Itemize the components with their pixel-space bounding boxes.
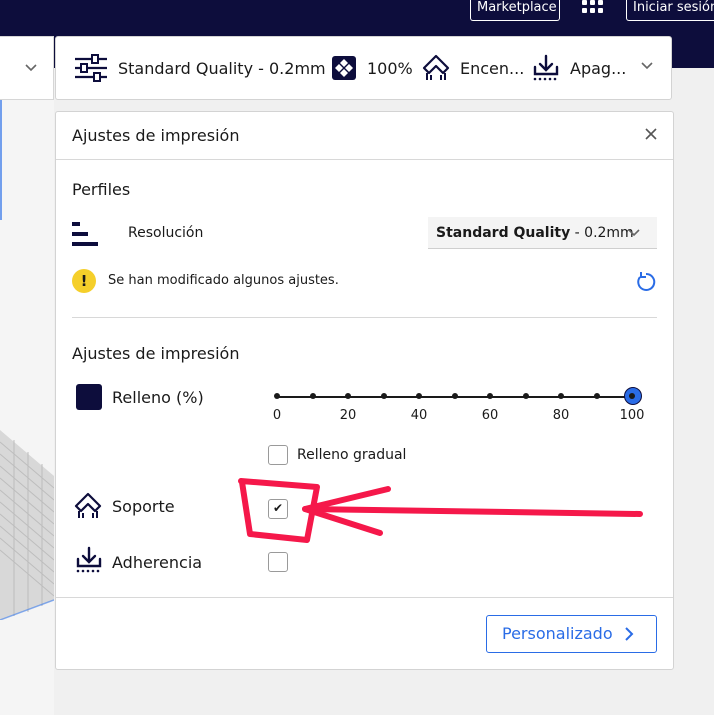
chevron-right-icon xyxy=(625,627,634,641)
slider-tick xyxy=(593,393,600,399)
infill-pattern-icon xyxy=(332,56,356,80)
slider-tick xyxy=(416,393,422,399)
header-adhesion-label: Apag... xyxy=(570,58,627,78)
slider-label: 60 xyxy=(481,408,499,423)
infill-label: Relleno (%) xyxy=(112,388,204,407)
settings-heading: Ajustes de impresión xyxy=(72,344,240,363)
custom-settings-label: Personalizado xyxy=(502,624,613,643)
support-checkbox[interactable]: ✔ xyxy=(268,499,288,519)
slider-label: 0 xyxy=(272,408,282,423)
signin-button[interactable]: Iniciar sesión xyxy=(626,0,714,21)
divider xyxy=(56,597,673,598)
panel-title: Ajustes de impresión xyxy=(72,126,240,145)
slider-tick xyxy=(309,393,316,399)
header-profile[interactable]: Standard Quality - 0.2mm xyxy=(74,37,326,99)
checkmark-icon: ✔ xyxy=(273,501,284,515)
slider-label: 80 xyxy=(552,408,570,423)
profiles-heading: Perfiles xyxy=(72,180,131,199)
close-icon[interactable] xyxy=(642,126,660,144)
resolution-value-rest: - 0.2mm xyxy=(570,225,634,241)
header-support[interactable]: Encen... xyxy=(422,37,524,99)
slider-label: 40 xyxy=(410,408,428,423)
marketplace-button[interactable]: Marketplace xyxy=(470,0,560,21)
header-infill[interactable]: 100% xyxy=(331,37,413,99)
resolution-icon xyxy=(72,222,98,246)
slider-tick xyxy=(451,393,458,399)
slider-tick xyxy=(558,393,564,399)
slider-tick xyxy=(522,393,529,399)
3d-viewport[interactable] xyxy=(0,100,54,715)
slider-tick xyxy=(629,393,635,399)
adhesion-checkbox[interactable] xyxy=(268,552,288,572)
reset-icon[interactable] xyxy=(635,271,657,293)
slider-label: 100 xyxy=(619,408,645,423)
resolution-value-bold: Standard Quality xyxy=(436,225,571,241)
build-volume-edge xyxy=(0,100,2,220)
gradual-infill-label: Relleno gradual xyxy=(297,447,407,463)
support-label: Soporte xyxy=(112,497,175,516)
stage-menu[interactable] xyxy=(0,36,54,100)
build-plate xyxy=(0,430,54,620)
chevron-down-icon xyxy=(628,229,640,237)
resolution-label: Resolución xyxy=(128,225,204,241)
divider xyxy=(72,317,657,318)
adhesion-icon xyxy=(76,546,102,573)
slider-label: 20 xyxy=(339,408,357,423)
warning-icon: ! xyxy=(72,269,96,293)
header-infill-label: 100% xyxy=(367,58,413,78)
support-icon xyxy=(74,492,102,518)
warning-text: Se han modificado algunos ajustes. xyxy=(108,273,339,288)
slider-tick xyxy=(380,393,387,399)
support-icon xyxy=(422,54,450,80)
slider-tick xyxy=(487,393,493,399)
print-settings-header[interactable]: Standard Quality - 0.2mm 100% Encen... A… xyxy=(55,36,672,100)
adhesion-label: Adherencia xyxy=(112,553,203,572)
divider xyxy=(56,159,673,160)
sliders-icon xyxy=(75,54,107,82)
header-profile-label: Standard Quality - 0.2mm xyxy=(118,58,326,78)
slider-tick xyxy=(274,393,280,399)
print-settings-panel: Ajustes de impresión Perfiles Resolución… xyxy=(55,111,674,670)
slider-tick xyxy=(345,393,351,399)
adhesion-icon xyxy=(533,54,559,81)
gradual-infill-checkbox[interactable] xyxy=(268,445,288,465)
resolution-select[interactable]: Standard Quality - 0.2mm xyxy=(428,217,657,249)
chevron-down-icon[interactable] xyxy=(640,59,654,73)
header-adhesion[interactable]: Apag... xyxy=(532,37,626,99)
header-support-label: Encen... xyxy=(460,58,525,78)
infill-icon xyxy=(76,384,102,410)
apps-grid-icon[interactable] xyxy=(582,0,606,18)
custom-settings-button[interactable]: Personalizado xyxy=(486,615,657,653)
chevron-down-icon xyxy=(25,64,37,72)
